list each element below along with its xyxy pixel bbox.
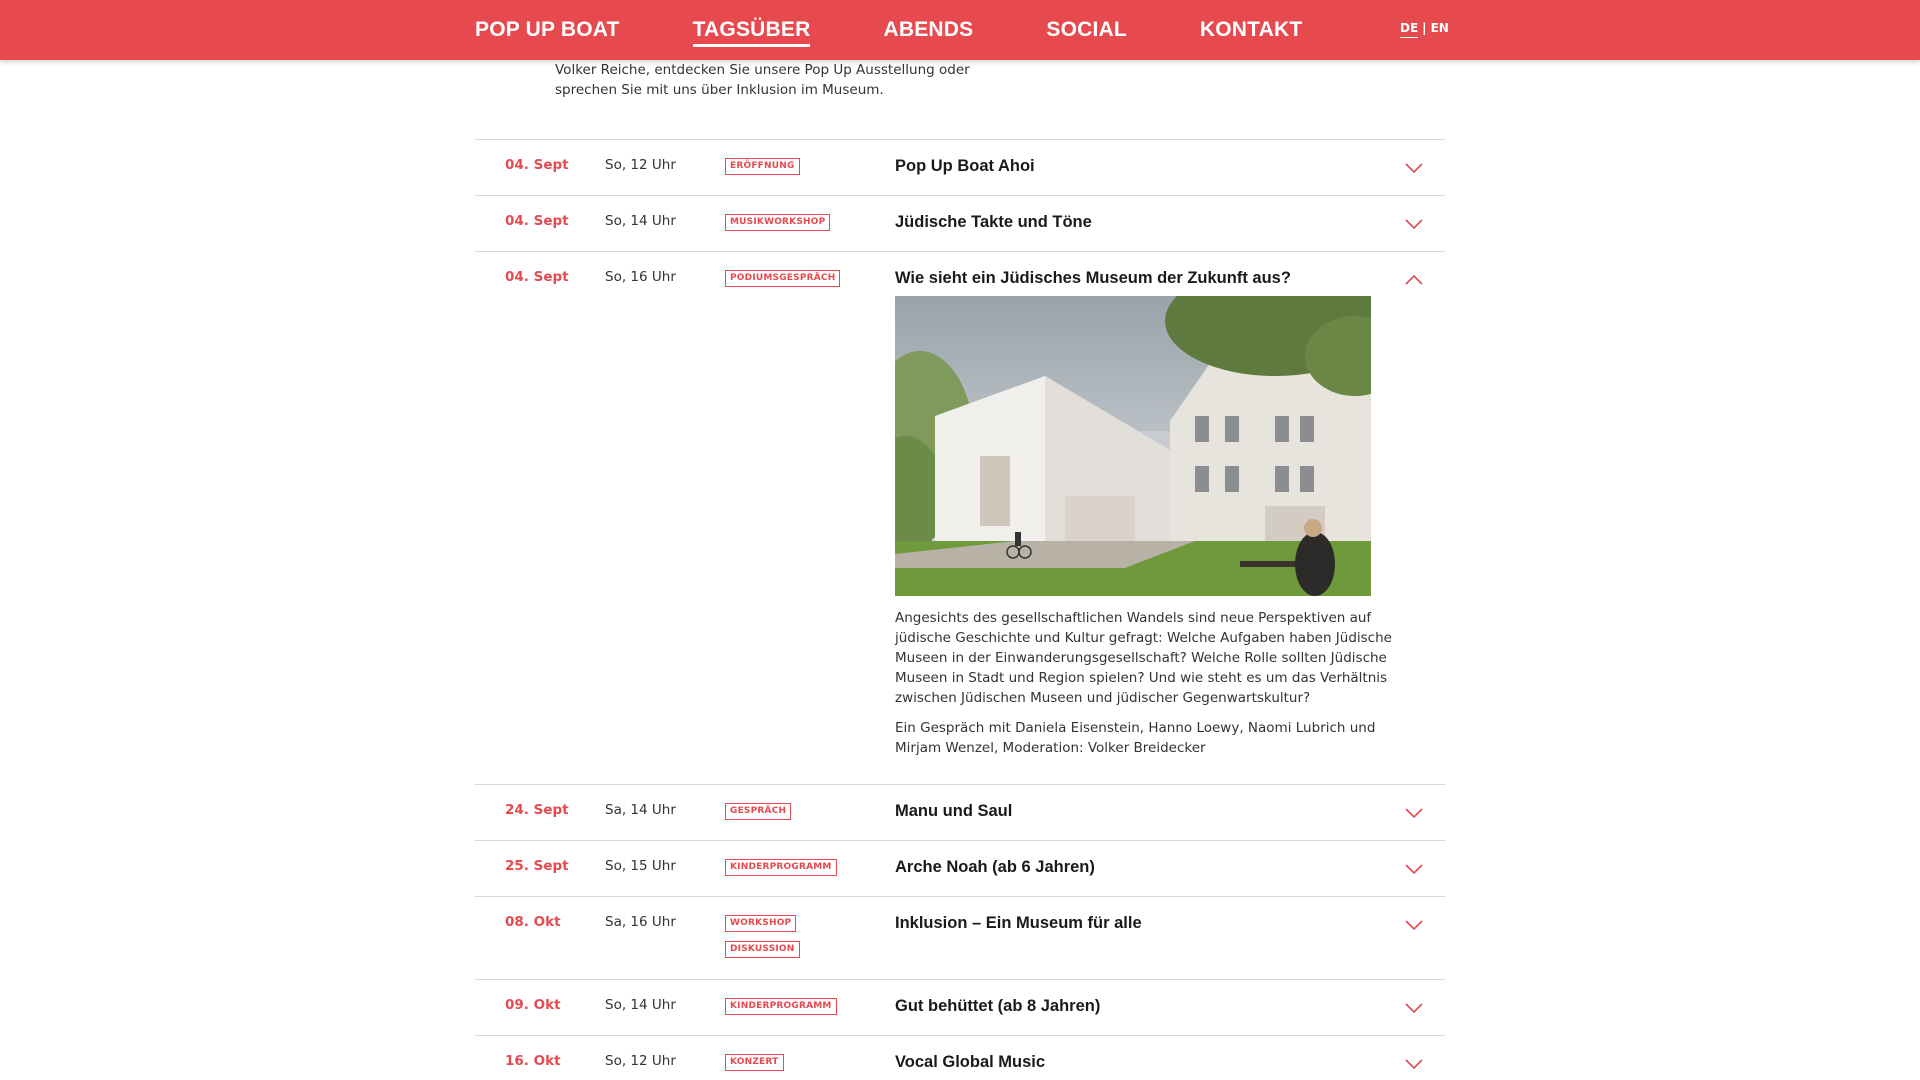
event-tags: KINDERPROGRAMM	[725, 859, 837, 876]
event-tag: WORKSHOP	[725, 915, 797, 932]
event-time: So, 14 Uhr	[605, 997, 676, 1013]
event-tags: KINDERPROGRAMM	[725, 998, 837, 1015]
nav-kontakt[interactable]: KONTAKT	[1200, 18, 1303, 42]
event-tags: MUSIKWORKSHOP	[725, 214, 831, 231]
intro-text: Volker Reiche, entdecken Sie unsere Pop …	[555, 60, 1015, 100]
language-switcher: DE | EN	[1400, 21, 1449, 38]
event-tag: MUSIKWORKSHOP	[725, 214, 831, 231]
nav-abends[interactable]: ABENDS	[883, 18, 973, 42]
chevron-down-icon[interactable]	[1405, 1002, 1423, 1014]
chevron-down-icon[interactable]	[1405, 919, 1423, 931]
event-row[interactable]: 04. Sept So, 14 Uhr MUSIKWORKSHOP Jüdisc…	[475, 196, 1445, 252]
main-nav: POP UP BOAT TAGSÜBER ABENDS SOCIAL KONTA…	[475, 0, 1375, 60]
event-tags: WORKSHOP DISKUSSION	[725, 915, 800, 958]
description-paragraph: Ein Gespräch mit Daniela Eisenstein, Han…	[895, 720, 1376, 756]
top-navigation-bar: POP UP BOAT TAGSÜBER ABENDS SOCIAL KONTA…	[0, 0, 1920, 60]
event-tag: KINDERPROGRAMM	[725, 859, 837, 876]
event-row[interactable]: 24. Sept Sa, 14 Uhr GESPRÄCH Manu und Sa…	[475, 785, 1445, 841]
event-tag: PODIUMSGESPRÄCH	[725, 270, 841, 287]
event-time: So, 14 Uhr	[605, 213, 676, 229]
event-title[interactable]: Gut behüttet (ab 8 Jahren)	[895, 996, 1445, 1016]
event-row[interactable]: 04. Sept So, 12 Uhr ERÖFFNUNG Pop Up Boa…	[475, 140, 1445, 196]
event-time: So, 12 Uhr	[605, 1053, 676, 1069]
event-title[interactable]: Arche Noah (ab 6 Jahren)	[895, 857, 1445, 877]
event-title[interactable]: Manu und Saul	[895, 801, 1445, 821]
description-paragraph: Angesichts des gesellschaftlichen Wandel…	[895, 610, 1392, 706]
event-tags: GESPRÄCH	[725, 803, 792, 820]
event-date: 04. Sept	[505, 269, 569, 285]
chevron-down-icon[interactable]	[1405, 1058, 1423, 1070]
chevron-down-icon[interactable]	[1405, 863, 1423, 875]
chevron-up-icon[interactable]	[1405, 274, 1423, 286]
event-title[interactable]: Jüdische Takte und Töne	[895, 212, 1445, 232]
intro-line: sprechen Sie mit uns über Inklusion im M…	[555, 82, 884, 98]
event-title[interactable]: Inklusion – Ein Museum für alle	[895, 913, 1445, 933]
event-tag: KINDERPROGRAMM	[725, 998, 837, 1015]
event-title[interactable]: Pop Up Boat Ahoi	[895, 156, 1445, 176]
event-row[interactable]: 08. Okt Sa, 16 Uhr WORKSHOP DISKUSSION I…	[475, 897, 1445, 980]
event-tag: ERÖFFNUNG	[725, 158, 800, 175]
event-tags: PODIUMSGESPRÄCH	[725, 270, 841, 287]
event-row[interactable]: 09. Okt So, 14 Uhr KINDERPROGRAMM Gut be…	[475, 980, 1445, 1036]
event-date: 25. Sept	[505, 858, 569, 874]
event-tag: DISKUSSION	[725, 941, 800, 958]
event-date: 04. Sept	[505, 213, 569, 229]
chevron-down-icon[interactable]	[1405, 162, 1423, 174]
nav-pop-up-boat[interactable]: POP UP BOAT	[475, 18, 620, 42]
museum-illustration	[895, 296, 1371, 596]
chevron-down-icon[interactable]	[1405, 218, 1423, 230]
event-date: 04. Sept	[505, 157, 569, 173]
event-tag: KONZERT	[725, 1054, 784, 1071]
event-tag: GESPRÄCH	[725, 803, 792, 820]
event-date: 24. Sept	[505, 802, 569, 818]
event-time: So, 15 Uhr	[605, 858, 676, 874]
lang-separator: |	[1422, 21, 1427, 35]
chevron-down-icon[interactable]	[1405, 807, 1423, 819]
event-date: 08. Okt	[505, 914, 561, 930]
event-time: Sa, 16 Uhr	[605, 914, 676, 930]
event-row-expanded[interactable]: 04. Sept So, 16 Uhr PODIUMSGESPRÄCH Wie …	[475, 252, 1445, 785]
event-detail: Angesichts des gesellschaftlichen Wandel…	[895, 296, 1415, 758]
event-list: 04. Sept So, 12 Uhr ERÖFFNUNG Pop Up Boa…	[475, 139, 1445, 1080]
museum-rendering-image	[895, 296, 1371, 596]
event-title[interactable]: Wie sieht ein Jüdisches Museum der Zukun…	[895, 268, 1445, 288]
intro-line: Volker Reiche, entdecken Sie unsere Pop …	[555, 62, 970, 78]
event-time: So, 16 Uhr	[605, 269, 676, 285]
event-title[interactable]: Vocal Global Music	[895, 1052, 1445, 1072]
event-date: 16. Okt	[505, 1053, 561, 1069]
lang-en-link[interactable]: EN	[1431, 21, 1449, 38]
nav-tagsueber[interactable]: TAGSÜBER	[692, 18, 811, 47]
event-time: So, 12 Uhr	[605, 157, 676, 173]
event-row[interactable]: 25. Sept So, 15 Uhr KINDERPROGRAMM Arche…	[475, 841, 1445, 897]
lang-de-link[interactable]: DE	[1400, 21, 1419, 38]
nav-social[interactable]: SOCIAL	[1046, 18, 1127, 42]
event-description: Angesichts des gesellschaftlichen Wandel…	[895, 608, 1415, 758]
event-date: 09. Okt	[505, 997, 561, 1013]
event-tags: ERÖFFNUNG	[725, 158, 800, 175]
event-row[interactable]: 16. Okt So, 12 Uhr KONZERT Vocal Global …	[475, 1036, 1445, 1080]
event-tags: KONZERT	[725, 1054, 784, 1071]
event-time: Sa, 14 Uhr	[605, 802, 676, 818]
